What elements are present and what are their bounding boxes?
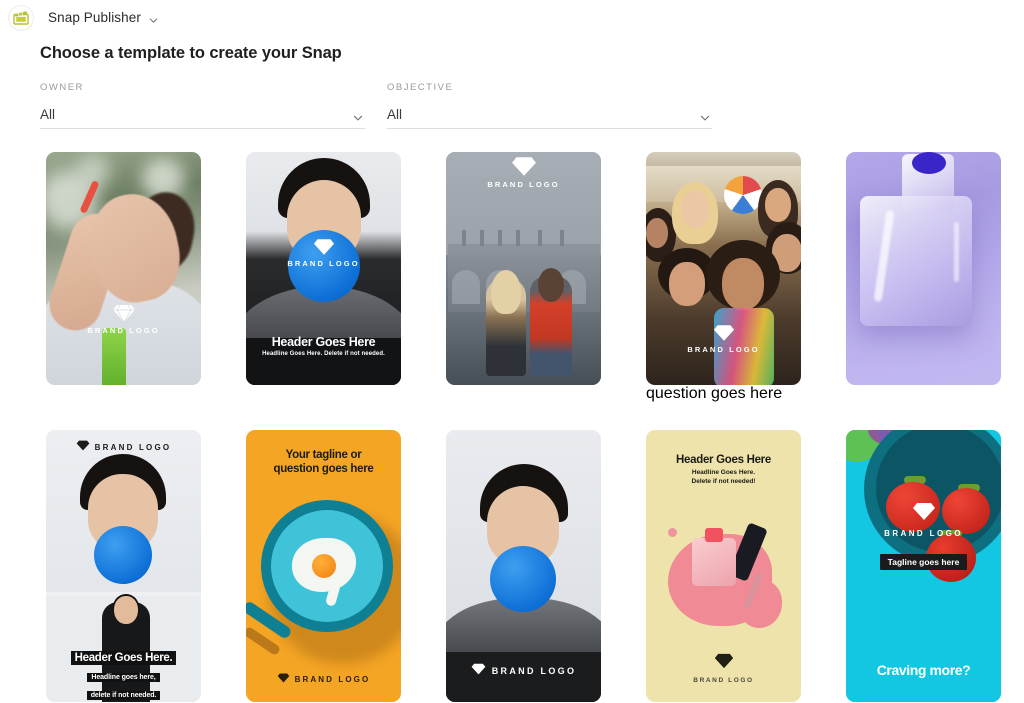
template-header: Header Goes Here <box>271 335 376 349</box>
diamond-icon <box>912 502 936 526</box>
template-header: Header Goes Here. <box>70 651 177 665</box>
template-card[interactable]: Your tagline or question goes here BRAND… <box>246 430 401 702</box>
template-thumbnail <box>846 152 1001 385</box>
brand-logo-text: BRAND LOGO <box>491 666 577 676</box>
owner-select[interactable]: All <box>40 101 365 129</box>
brand-logo-text: BRAND LOGO <box>487 180 560 189</box>
diamond-icon <box>112 304 136 323</box>
template-thumbnail: BRAND LOGO <box>46 152 201 385</box>
diamond-icon <box>313 238 335 256</box>
objective-select[interactable]: All <box>387 101 712 129</box>
template-tagline-line1: Your tagline or <box>285 449 362 461</box>
brand-logo-text: BRAND LOGO <box>287 259 360 268</box>
template-tagline-line2: question goes here <box>273 463 374 476</box>
brand-logo-text: BRAND LOGO <box>693 677 754 684</box>
diamond-icon <box>76 438 90 456</box>
template-thumbnail: BRAND LOGO <box>446 152 601 385</box>
filter-objective-label: OBJECTIVE <box>387 82 454 93</box>
objective-select-value: All <box>387 107 403 122</box>
diamond-icon <box>471 662 486 680</box>
filter-objective: OBJECTIVE All <box>387 82 712 129</box>
brand-logo-text: BRAND LOGO <box>294 674 371 684</box>
brand-logo-text: BRAND LOGO <box>87 326 160 335</box>
brand-logo-text: BRAND LOGO <box>687 345 760 354</box>
diamond-icon <box>714 653 734 674</box>
template-thumbnail: BRAND LOGO Header Goes Here Headline Goe… <box>246 152 401 385</box>
template-card[interactable]: BRAND LOGO <box>446 430 601 702</box>
template-header: Header Goes Here <box>676 454 771 466</box>
template-top-text: question goes here <box>646 385 783 402</box>
template-card[interactable]: BRAND LOGO Header Goes Here. Headline go… <box>46 430 201 702</box>
template-thumbnail: Header Goes Here Headline Goes Here. Del… <box>646 430 801 702</box>
chevron-down-icon <box>353 110 363 121</box>
diamond-icon <box>277 670 290 688</box>
template-thumbnail: Your tagline or question goes here BRAND… <box>246 430 401 702</box>
template-grid: BRAND LOGO BRAND LOGO Header Goes Here H… <box>46 152 1001 702</box>
app-name: Snap Publisher <box>48 10 141 25</box>
template-footer-text: Craving more? <box>876 662 971 678</box>
template-subheader-line2: delete if not needed. <box>86 691 161 700</box>
template-thumbnail: BRAND LOGO Header Goes Here. Headline go… <box>46 430 201 702</box>
template-card[interactable]: BRAND LOGO <box>46 152 201 403</box>
template-subheader-line1: Headline goes here, <box>87 673 160 682</box>
filter-bar: OWNER All OBJECTIVE All <box>40 82 1024 129</box>
template-card[interactable]: BRAND LOGO Tagline goes here Craving mor… <box>846 430 1001 702</box>
template-tagline: Tagline goes here <box>879 554 968 570</box>
clapperboard-icon <box>8 4 34 31</box>
template-thumbnail: BRAND LOGO <box>446 430 601 702</box>
brand-logo-text: BRAND LOGO <box>884 529 963 538</box>
brand-logo-text: BRAND LOGO <box>94 442 172 452</box>
template-card[interactable]: BRAND LOGO <box>446 152 601 403</box>
template-thumbnail: BRAND LOGO Tagline goes here Craving mor… <box>846 430 1001 702</box>
template-card[interactable] <box>846 152 1001 403</box>
filter-owner: OWNER All <box>40 82 365 129</box>
template-thumbnail: BRAND LOGO <box>646 152 801 385</box>
template-subheader-line1: Headline Goes Here. <box>691 469 756 476</box>
template-card[interactable]: BRAND LOGO question goes here <box>646 152 801 403</box>
app-header: Snap Publisher <box>0 0 1024 35</box>
template-subheader: Headline Goes Here. Delete if not needed… <box>262 351 385 357</box>
diamond-icon <box>511 156 537 177</box>
template-card[interactable]: Header Goes Here Headline Goes Here. Del… <box>646 430 801 702</box>
page-title: Choose a template to create your Snap <box>40 44 342 62</box>
template-subheader-line2: Delete if not needed! <box>691 477 756 485</box>
owner-select-value: All <box>40 107 56 122</box>
diamond-icon <box>713 324 735 342</box>
chevron-down-icon <box>700 110 710 121</box>
template-card[interactable]: BRAND LOGO Header Goes Here Headline Goe… <box>246 152 401 403</box>
filter-owner-label: OWNER <box>40 82 84 93</box>
chevron-down-icon[interactable] <box>149 12 158 23</box>
